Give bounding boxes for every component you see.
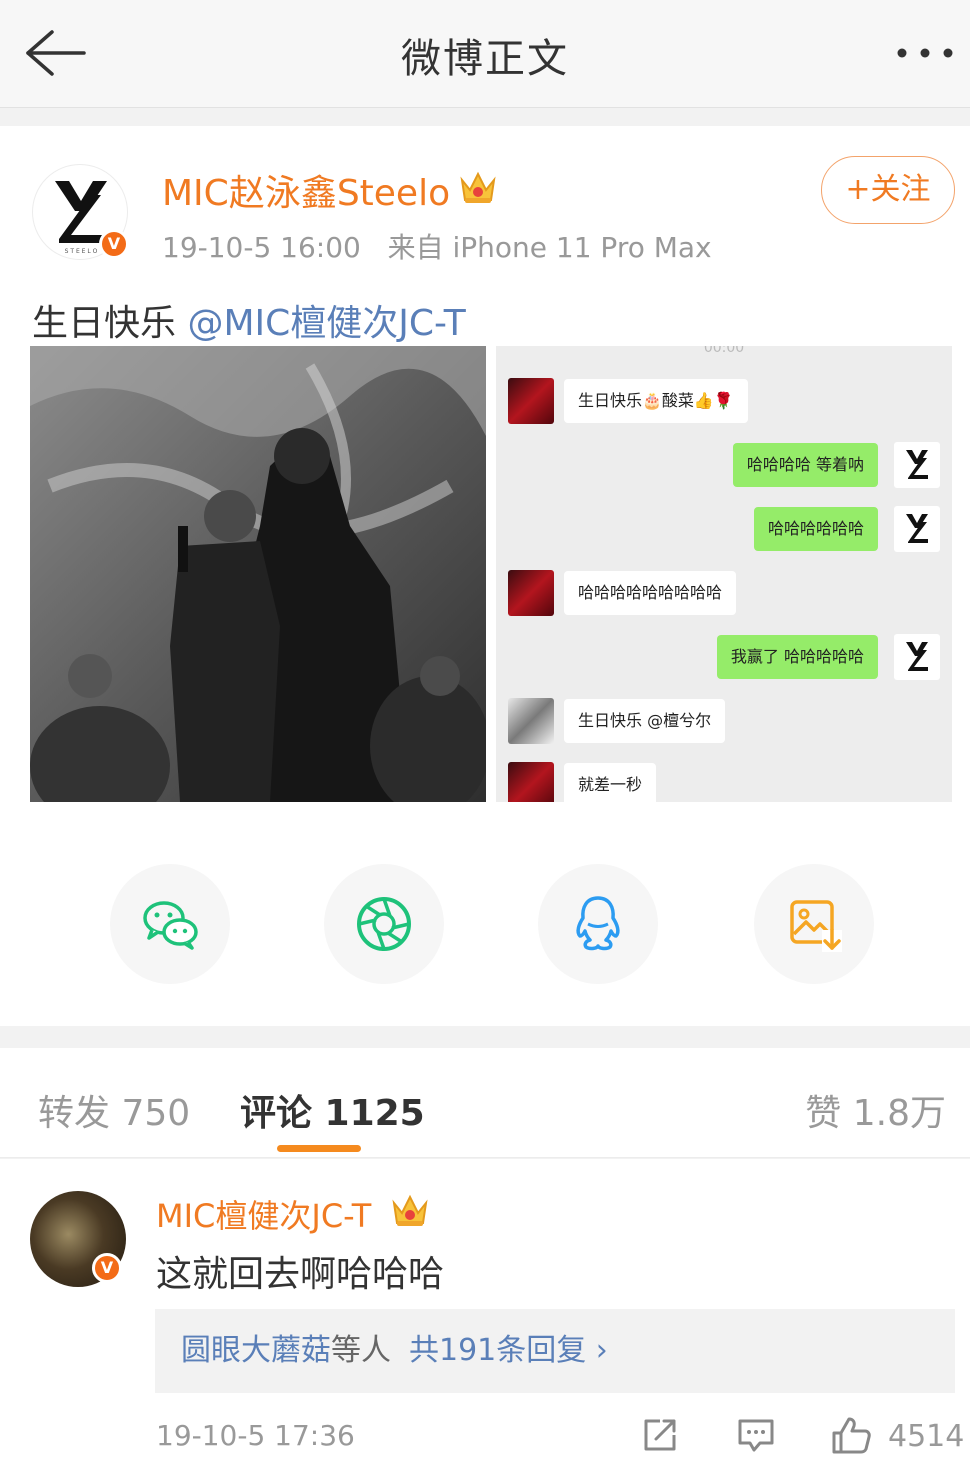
post-time: 19-10-5 16:00 (162, 231, 361, 264)
tab-repost[interactable]: 转发 750 (38, 1084, 190, 1136)
comment-text: 这就回去啊哈哈哈 (156, 1254, 445, 1295)
crown-icon (460, 171, 496, 203)
author-name[interactable]: MIC赵泳鑫Steelo (162, 164, 450, 216)
chat-message: 哈哈哈哈哈哈哈哈哈 (508, 570, 948, 618)
reply-users[interactable]: 圆眼大蘑菇 (181, 1333, 331, 1368)
chat-bubble: 就差一秒 (564, 763, 657, 802)
steelo-logo-icon (906, 514, 928, 543)
replies-preview[interactable]: 圆眼大蘑菇等人 共191条回复 › (155, 1309, 955, 1393)
chat-avatar (894, 442, 940, 488)
chat-avatar (508, 698, 554, 744)
verified-badge: V (99, 229, 129, 259)
steelo-logo-icon (906, 450, 928, 479)
chat-message: 生日快乐 @檀兮尔 (508, 698, 948, 746)
tab-likes[interactable]: 赞 1.8万 (805, 1084, 946, 1136)
chat-avatar (508, 762, 554, 802)
commenter-name[interactable]: MIC檀健次JC-T (156, 1191, 371, 1237)
chat-message: 生日快乐🎂酸菜👍🌹 (508, 378, 948, 426)
author-avatar[interactable]: S T E E L O V (32, 164, 129, 260)
comment-time: 19-10-5 17:36 (156, 1419, 355, 1452)
moments-icon (357, 897, 411, 951)
chat-bubble: 生日快乐🎂酸菜👍🌹 (564, 379, 748, 423)
more-dots-icon[interactable] (894, 30, 956, 76)
like-count: 4514 (888, 1419, 965, 1454)
share-qq-button[interactable] (538, 864, 658, 984)
share-wechat-button[interactable] (110, 864, 230, 984)
post-source: 来自 iPhone 11 Pro Max (387, 231, 712, 264)
share-save-image-button[interactable] (754, 864, 874, 984)
post-body: 生日快乐 (32, 303, 188, 344)
share-moments-button[interactable] (324, 864, 444, 984)
svg-text:S T E E L O: S T E E L O (65, 248, 98, 255)
post-meta: 19-10-5 16:00 来自 iPhone 11 Pro Max (162, 226, 712, 266)
chat-bubble: 哈哈哈哈 等着呐 (732, 443, 878, 487)
reply-others-label: 等人 (331, 1333, 391, 1368)
page-title: 微博正文 (401, 36, 569, 82)
post-image-stage[interactable] (30, 346, 486, 802)
top-bar: 微博正文 (0, 0, 970, 108)
repost-icon[interactable] (640, 1415, 680, 1455)
chat-avatar (894, 506, 940, 552)
chat-bubble: 生日快乐 @檀兮尔 (564, 699, 726, 743)
interaction-tabs: 转发 750 评论 1125 赞 1.8万 (0, 1048, 970, 1158)
chat-message: 就差一秒 (508, 762, 948, 802)
post-text: 生日快乐 @MIC檀健次JC-T (32, 294, 466, 346)
chat-bubble: 哈哈哈哈哈哈 (753, 507, 878, 551)
post-card: S T E E L O V MIC赵泳鑫Steelo 19-10-5 16:00… (0, 126, 970, 1026)
save-image-icon (790, 900, 842, 952)
steelo-logo-icon (906, 642, 928, 671)
commenter-avatar[interactable]: V (30, 1191, 126, 1287)
comment-icon[interactable] (736, 1415, 776, 1455)
reply-total-link[interactable]: 共191条回复 › (409, 1333, 608, 1368)
chat-bubble: 哈哈哈哈哈哈哈哈哈 (564, 571, 737, 615)
chat-avatar (508, 378, 554, 424)
mention-link[interactable]: @MIC檀健次JC-T (187, 303, 465, 344)
chat-bubble: 我赢了 哈哈哈哈哈 (716, 635, 878, 679)
chat-message: 哈哈哈哈 等着呐 (496, 442, 940, 490)
active-tab-indicator (277, 1145, 361, 1152)
chat-time: 00:00 (703, 346, 745, 356)
follow-button[interactable]: +关注 (821, 156, 955, 224)
chat-message: 我赢了 哈哈哈哈哈 (496, 634, 940, 682)
crown-icon (392, 1194, 428, 1226)
like-icon[interactable] (830, 1415, 872, 1455)
qq-icon (576, 896, 620, 951)
comment-item: V MIC檀健次JC-T 这就回去啊哈哈哈 圆眼大蘑菇等人 共191条回复 › 1… (0, 1159, 970, 1462)
chat-message: 哈哈哈哈哈哈 (496, 506, 940, 554)
wechat-icon (143, 901, 198, 950)
stage-photo (30, 346, 486, 802)
tab-comments[interactable]: 评论 1125 (240, 1084, 425, 1136)
verified-badge: V (92, 1253, 122, 1283)
chat-avatar (508, 570, 554, 616)
post-image-chat[interactable]: 00:00 生日快乐🎂酸菜👍🌹 哈哈哈哈 等着呐 哈哈哈哈哈哈 哈哈哈哈哈哈哈哈… (496, 346, 952, 802)
chat-avatar (894, 634, 940, 680)
